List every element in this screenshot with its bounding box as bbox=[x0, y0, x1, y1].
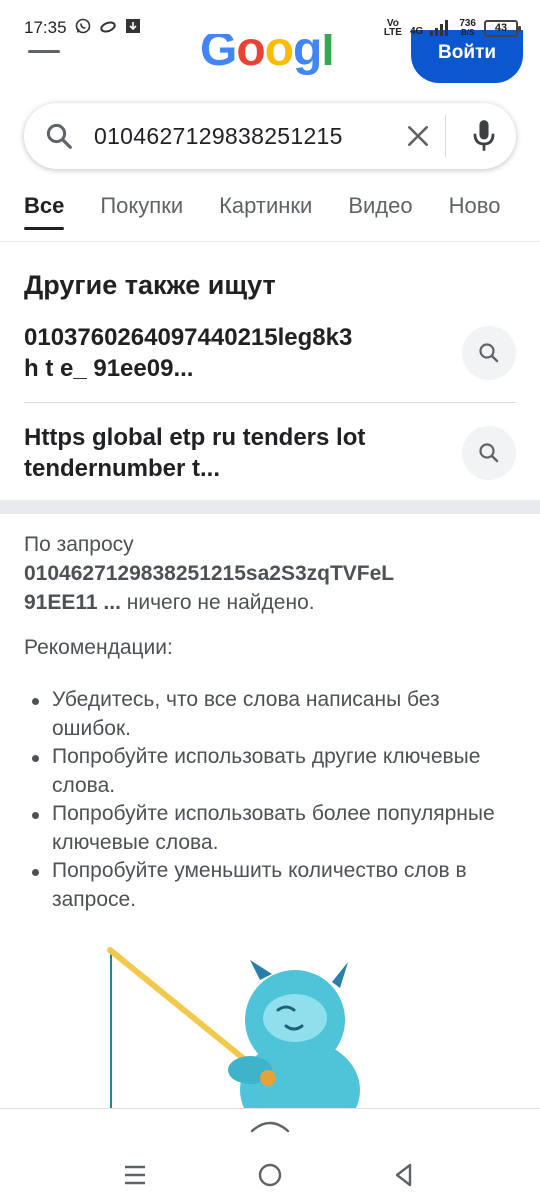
no-results-prefix: По запросу bbox=[24, 533, 134, 556]
close-icon[interactable] bbox=[393, 103, 443, 169]
no-results-query-cont: 91EE11 ... bbox=[24, 591, 121, 614]
recommendations-list: Убедитесь, что все слова написаны без ош… bbox=[30, 686, 520, 914]
recommendation-item: Убедитесь, что все слова написаны без ош… bbox=[30, 686, 520, 743]
search-input[interactable]: 010462712983825121​5 bbox=[94, 123, 393, 150]
home-icon[interactable] bbox=[250, 1155, 290, 1195]
search-icon[interactable] bbox=[462, 326, 516, 380]
recommendation-item: Попробуйте использовать более популярные… bbox=[30, 800, 520, 857]
recommendation-item: Попробуйте уменьшить количество слов в з… bbox=[30, 857, 520, 914]
tab-all[interactable]: Все bbox=[0, 180, 82, 241]
chevron-up-icon[interactable] bbox=[250, 1117, 290, 1135]
search-icon[interactable] bbox=[24, 103, 94, 169]
tab-images[interactable]: Картинки bbox=[201, 180, 330, 241]
recommendations-title: Рекомендации: bbox=[24, 636, 173, 659]
recents-icon[interactable] bbox=[115, 1155, 155, 1195]
tab-shopping[interactable]: Покупки bbox=[82, 180, 201, 241]
download-icon bbox=[125, 18, 141, 39]
status-time: 17:35 bbox=[24, 18, 67, 37]
related-searches-title: Другие также ищут bbox=[24, 270, 276, 300]
no-results-query: 010462712983825121​5sa2S3zqTVFeL bbox=[24, 562, 395, 585]
related-search-text[interactable]: Https global etp ru tenders lot tendernu… bbox=[24, 422, 434, 484]
search-divider bbox=[445, 115, 446, 157]
search-icon[interactable] bbox=[462, 426, 516, 480]
divider bbox=[24, 402, 516, 403]
system-nav-bar bbox=[0, 1108, 540, 1200]
whatsapp-icon bbox=[75, 18, 91, 39]
battery-icon: 43 bbox=[484, 19, 521, 37]
logo-letter: e bbox=[200, 70, 227, 79]
tab-videos[interactable]: Видео bbox=[330, 180, 430, 241]
tab-news[interactable]: Ново bbox=[431, 180, 519, 241]
fishing-monster-illustration bbox=[100, 940, 370, 1110]
volte-indicator: Vo LTE bbox=[383, 18, 402, 38]
signal-icon: 4G bbox=[410, 20, 451, 37]
status-bar: 17:35 Vo LTE 4G 736 B/S 43 bbox=[0, 0, 540, 56]
mic-icon[interactable] bbox=[456, 103, 512, 169]
search-tabs: Все Покупки Картинки Видео Ново bbox=[0, 180, 540, 242]
section-separator bbox=[0, 500, 540, 514]
recommendation-item: Попробуйте использовать другие ключевые … bbox=[30, 743, 520, 800]
related-search-text[interactable]: 010376026409744021​5leg8k3 h t e_ 91ee09… bbox=[24, 322, 434, 384]
link-icon bbox=[99, 18, 117, 38]
no-results-suffix: ничего не найдено. bbox=[120, 591, 315, 614]
back-icon[interactable] bbox=[384, 1155, 424, 1195]
no-results-message: По запросу 010462712983825121​5sa2S3zqTV… bbox=[24, 530, 520, 617]
network-speed: 736 B/S bbox=[459, 18, 476, 38]
search-bar[interactable]: 010462712983825121​5 bbox=[24, 103, 516, 169]
related-search-item[interactable]: Https global etp ru tenders lot tendernu… bbox=[24, 422, 516, 484]
related-search-item[interactable]: 010376026409744021​5leg8k3 h t e_ 91ee09… bbox=[24, 322, 516, 384]
